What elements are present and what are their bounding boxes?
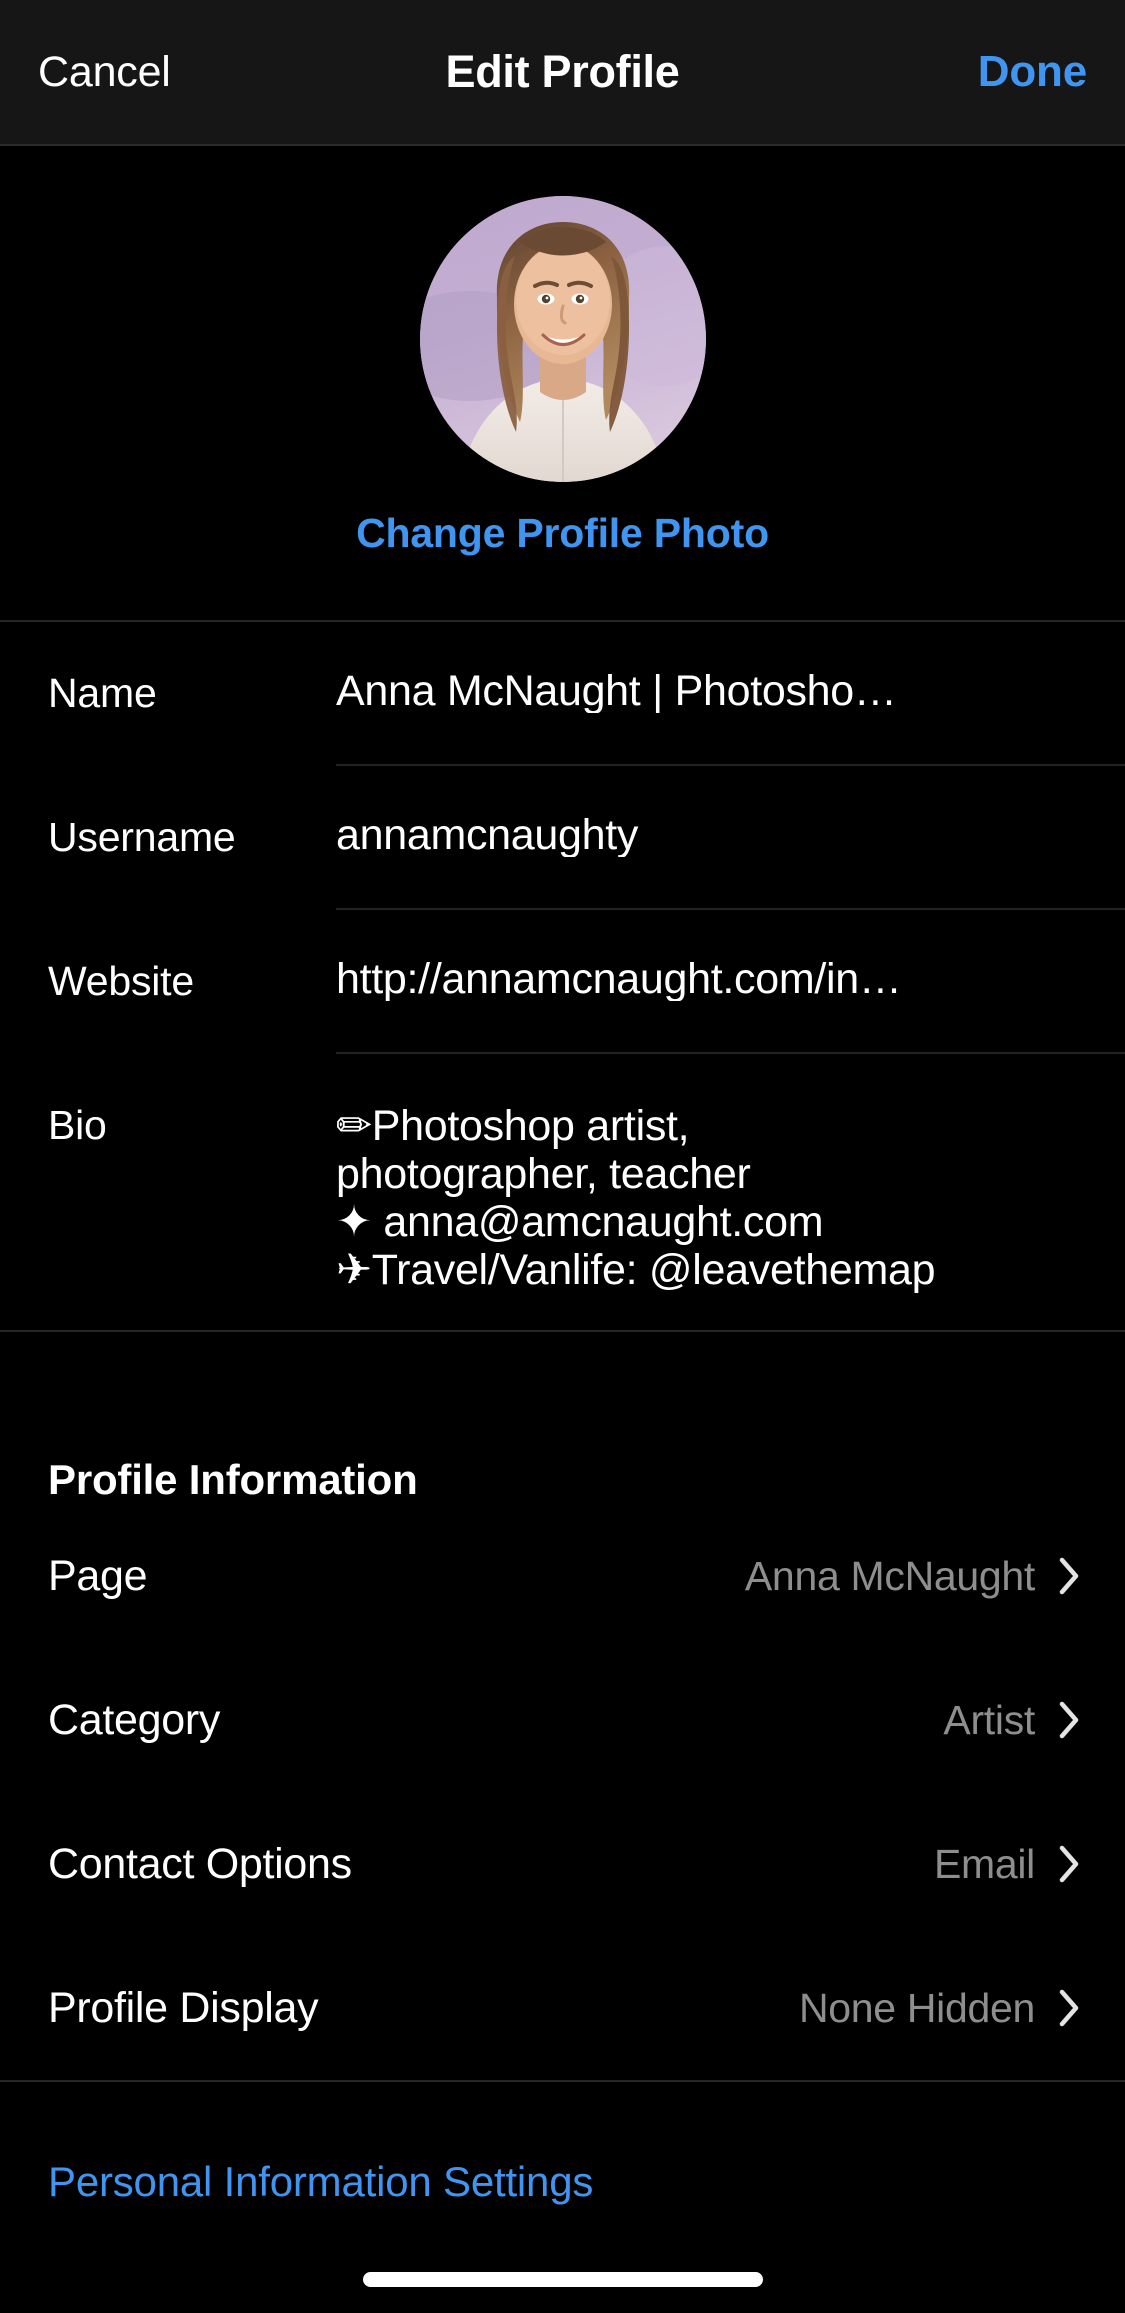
bio-line-2: photographer, teacher [336,1150,1078,1198]
bio-line-3: ✦ anna@amcnaught.com [336,1198,1078,1246]
bio-line-4: ✈︎Travel/Vanlife: @leavethemap [336,1246,1078,1294]
profile-information-section: Profile Information Page Anna McNaught C… [0,1384,1125,2082]
bio-label: Bio [48,1102,107,1148]
edit-profile-screen: Cancel Edit Profile Done Change Profile … [0,0,1125,2313]
category-label: Category [48,1695,221,1744]
contact-options-value-group: Email [934,1841,1081,1888]
field-row-bio[interactable]: Bio ✏︎Photoshop artist, photographer, te… [0,1054,1125,1330]
home-indicator[interactable] [362,2272,763,2287]
contact-options-label: Contact Options [48,1839,352,1888]
change-profile-photo-button[interactable]: Change Profile Photo [356,510,769,557]
profile-display-value-group: None Hidden [799,1985,1081,2032]
bio-line-2-text: photographer, teacher [336,1150,751,1198]
info-row-profile-display[interactable]: Profile Display None Hidden [0,1936,1125,2080]
category-value-group: Artist [943,1697,1081,1744]
chevron-right-icon [1059,1989,1081,2027]
bio-field-wrap[interactable]: ✏︎Photoshop artist, photographer, teache… [336,1054,1125,1330]
name-field-wrap[interactable]: Anna McNaught | Photosho… [336,622,1125,766]
avatar[interactable] [419,196,706,482]
page-value-group: Anna McNaught [745,1553,1081,1600]
profile-display-value: None Hidden [798,1984,1035,2031]
bio-line-3-text: anna@amcnaught.com [371,1198,824,1246]
username-label: Username [48,814,236,860]
info-row-category[interactable]: Category Artist [0,1648,1125,1792]
info-row-page[interactable]: Page Anna McNaught [0,1504,1125,1648]
website-label: Website [48,958,194,1004]
username-input[interactable]: annamcnaughty [336,814,1078,857]
sparkle-icon: ✦ [336,1198,372,1246]
category-value: Artist [943,1696,1035,1743]
page-label: Page [48,1551,148,1600]
info-row-contact-options[interactable]: Contact Options Email [0,1792,1125,1936]
airplane-icon: ✈︎ [336,1246,372,1294]
name-input[interactable]: Anna McNaught | Photosho… [336,670,1078,713]
field-row-username[interactable]: Username annamcnaughty [0,766,1125,910]
profile-information-heading: Profile Information [48,1456,418,1503]
username-field-wrap[interactable]: annamcnaughty [336,766,1125,910]
profile-photo-section: Change Profile Photo [0,146,1125,622]
chevron-right-icon [1059,1845,1081,1883]
field-row-name[interactable]: Name Anna McNaught | Photosho… [0,622,1125,766]
website-input[interactable]: http://annamcnaught.com/in… [336,958,1078,1001]
field-row-website[interactable]: Website http://annamcnaught.com/in… [0,910,1125,1054]
profile-fields-section: Name Anna McNaught | Photosho… Username … [0,622,1125,1332]
name-label: Name [48,670,157,716]
contact-options-value: Email [933,1840,1035,1887]
bio-line-4-text: Travel/Vanlife: @leavethemap [371,1246,936,1294]
profile-display-label: Profile Display [48,1983,319,2032]
bio-line-1: ✏︎Photoshop artist, [336,1102,1078,1150]
cancel-button[interactable]: Cancel [38,48,171,97]
navigation-bar: Cancel Edit Profile Done [0,0,1125,146]
website-field-wrap[interactable]: http://annamcnaught.com/in… [336,910,1125,1054]
bio-line-1-text: Photoshop artist, [371,1102,690,1150]
page-value: Anna McNaught [744,1552,1035,1599]
chevron-right-icon [1059,1557,1081,1595]
chevron-right-icon [1059,1701,1081,1739]
pencil-icon: ✏︎ [336,1102,372,1150]
done-button[interactable]: Done [978,47,1087,97]
personal-information-settings-link[interactable]: Personal Information Settings [48,2158,593,2206]
